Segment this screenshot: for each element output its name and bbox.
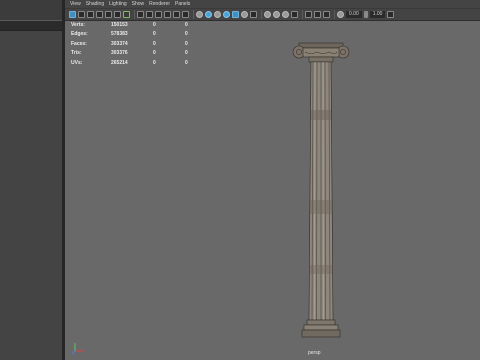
hud-value: 303374 <box>111 40 128 47</box>
gamma-icon[interactable] <box>363 11 368 18</box>
hud-label: Tris: <box>71 50 82 57</box>
screen-space-ao-icon[interactable] <box>264 11 271 18</box>
toolbar-separator <box>261 10 262 19</box>
use-all-lights-icon[interactable] <box>241 11 248 18</box>
exposure-field[interactable]: 0.00 <box>346 11 362 18</box>
select-camera-icon[interactable] <box>69 11 76 18</box>
toolbar-separator <box>302 10 303 19</box>
hud-row-uvs: UVs: 265214 0 0 <box>71 58 205 68</box>
resolution-gate-icon[interactable] <box>146 11 153 18</box>
hud-value: 0 <box>153 40 156 47</box>
hud-value: 0 <box>185 31 188 38</box>
toolbar-separator <box>334 10 335 19</box>
hud-label: Edges: <box>71 31 88 38</box>
hud-value: 0 <box>153 50 156 57</box>
camera-attributes-icon[interactable] <box>78 11 85 18</box>
isolate-select-icon[interactable] <box>305 11 312 18</box>
shadows-icon[interactable] <box>250 11 257 18</box>
two-d-pan-zoom-icon[interactable] <box>105 11 112 18</box>
xray-joints-icon[interactable] <box>323 11 330 18</box>
gate-mask-icon[interactable] <box>155 11 162 18</box>
textured-icon[interactable] <box>232 11 239 18</box>
hud-value: 0 <box>153 21 156 28</box>
exposure-icon[interactable] <box>337 11 344 18</box>
grease-pencil-icon[interactable] <box>114 11 121 18</box>
grid-toggle-icon[interactable] <box>123 11 130 18</box>
left-panel-header <box>0 0 62 20</box>
film-gate-icon[interactable] <box>137 11 144 18</box>
camera-name-label: persp <box>308 350 321 356</box>
hud-value: 303376 <box>111 50 128 57</box>
motion-blur-icon[interactable] <box>273 11 280 18</box>
toolbar-separator <box>193 10 194 19</box>
menu-view[interactable]: View <box>70 0 81 8</box>
anti-aliasing-icon[interactable] <box>282 11 289 18</box>
hud-value: 578383 <box>111 31 128 38</box>
default-material-icon[interactable] <box>214 11 221 18</box>
wireframe-on-shaded-icon[interactable] <box>223 11 230 18</box>
xray-icon[interactable] <box>314 11 321 18</box>
hud-row-verts: Verts: 150153 0 0 <box>71 20 205 30</box>
hud-label: Verts: <box>71 21 85 28</box>
hud-value: 0 <box>185 21 188 28</box>
hud-row-faces: Faces: 303374 0 0 <box>71 39 205 49</box>
view-axis-gizmo <box>71 343 83 355</box>
wireframe-icon[interactable] <box>196 11 203 18</box>
menu-lighting[interactable]: Lighting <box>109 0 127 8</box>
heads-up-poly-count: Verts: 150153 0 0 Edges: 578383 0 0 Face… <box>71 20 205 68</box>
bookmarks-icon[interactable] <box>87 11 94 18</box>
smooth-shade-icon[interactable] <box>205 11 212 18</box>
viewport-menubar: View Shading Lighting Show Renderer Pane… <box>65 0 480 8</box>
hud-value: 0 <box>185 50 188 57</box>
menu-renderer[interactable]: Renderer <box>149 0 170 8</box>
image-plane-icon[interactable] <box>96 11 103 18</box>
viewport-panel[interactable]: View Shading Lighting Show Renderer Pane… <box>65 0 480 360</box>
ionic-column-model[interactable] <box>291 40 351 340</box>
color-management-icon[interactable] <box>387 11 395 18</box>
gamma-field[interactable]: 1.00 <box>369 11 386 18</box>
hud-label: Faces: <box>71 40 87 47</box>
hud-row-tris: Tris: 303376 0 0 <box>71 49 205 59</box>
hud-value: 0 <box>185 59 188 66</box>
depth-of-field-icon[interactable] <box>291 11 298 18</box>
menu-panels[interactable]: Panels <box>175 0 190 8</box>
hud-value: 150153 <box>111 21 128 28</box>
hud-value: 0 <box>153 31 156 38</box>
safe-title-icon[interactable] <box>182 11 189 18</box>
left-panel-selected-row[interactable] <box>0 20 62 31</box>
hud-value: 265214 <box>111 59 128 66</box>
safe-action-icon[interactable] <box>173 11 180 18</box>
hud-label: UVs: <box>71 59 83 66</box>
field-chart-icon[interactable] <box>164 11 171 18</box>
toolbar-separator <box>134 10 135 19</box>
hud-value: 0 <box>153 59 156 66</box>
left-panel <box>0 0 62 360</box>
hud-row-edges: Edges: 578383 0 0 <box>71 30 205 40</box>
menu-show[interactable]: Show <box>132 0 145 8</box>
hud-value: 0 <box>185 40 188 47</box>
menu-shading[interactable]: Shading <box>86 0 104 8</box>
